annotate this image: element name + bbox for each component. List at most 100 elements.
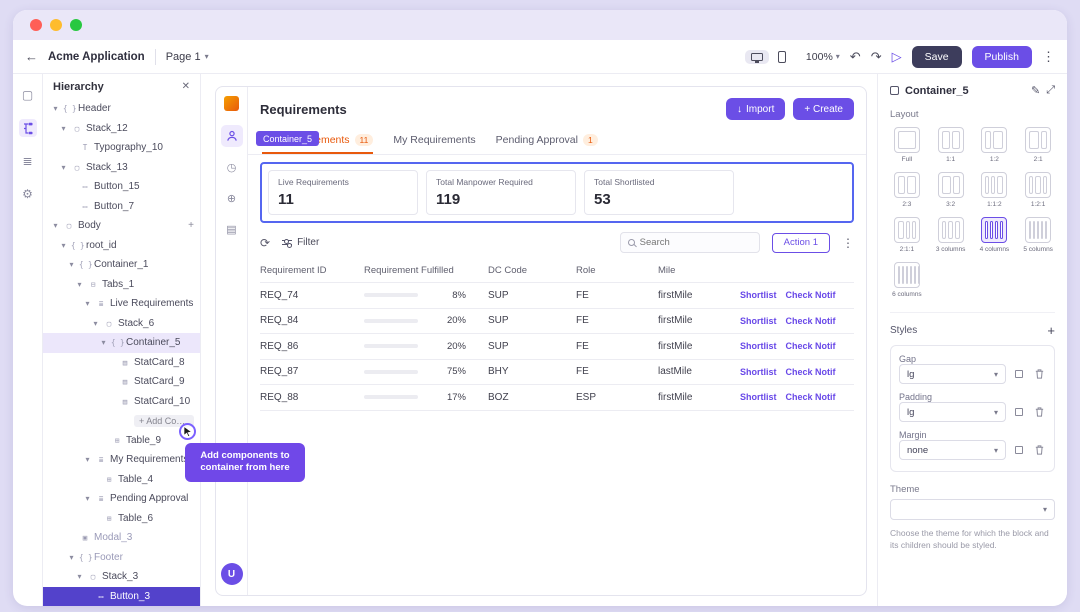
tree-caret-icon[interactable]: ▾ <box>83 299 92 308</box>
layout-option[interactable]: 1:1 <box>934 127 968 163</box>
desktop-view-button[interactable] <box>745 50 769 64</box>
check-notif-link[interactable]: Check Notif <box>786 341 836 351</box>
clock-icon[interactable]: ◷ <box>221 156 243 178</box>
layout-option[interactable]: 3 columns <box>934 217 968 253</box>
layout-option[interactable]: 1:1:2 <box>978 172 1012 208</box>
refresh-icon[interactable]: ⟳ <box>260 236 270 250</box>
tree-caret-icon[interactable]: ▾ <box>67 553 76 562</box>
sides-toggle-icon[interactable] <box>1012 405 1026 419</box>
table-row[interactable]: REQ_8817%BOZESPfirstMileShortlistCheck N… <box>260 385 854 411</box>
table-row[interactable]: REQ_8775%BHYFElastMileShortlistCheck Not… <box>260 360 854 386</box>
delete-style-icon[interactable] <box>1032 443 1046 457</box>
tree-item[interactable]: ▾{ }Header <box>43 99 200 119</box>
kebab-menu-icon[interactable]: ⋮ <box>1042 50 1055 63</box>
tree-item[interactable]: ▾⊟Tabs_1 <box>43 275 200 295</box>
layout-option[interactable]: 4 columns <box>978 217 1012 253</box>
table-kebab-icon[interactable]: ⋮ <box>842 236 854 250</box>
padding-select[interactable]: lg ▾ <box>899 402 1006 422</box>
tree-caret-icon[interactable]: ▾ <box>83 455 92 464</box>
tab-pending-approval[interactable]: Pending Approval 1 <box>496 128 598 154</box>
tree-item[interactable]: ▾≣Live Requirements <box>43 294 200 314</box>
tree-caret-icon[interactable]: ▾ <box>51 104 60 113</box>
layout-option[interactable]: 1:2 <box>978 127 1012 163</box>
tree-item[interactable]: ▣Modal_3 <box>43 528 200 548</box>
hierarchy-icon[interactable] <box>19 119 37 137</box>
tree-item[interactable]: ▾▢Body+ <box>43 216 200 236</box>
sides-toggle-icon[interactable] <box>1012 443 1026 457</box>
tree-caret-icon[interactable]: ▾ <box>51 221 60 230</box>
redo-icon[interactable]: ↷ <box>871 50 882 63</box>
tree-caret-icon[interactable]: ▾ <box>75 280 84 289</box>
pages-icon[interactable]: ▢ <box>19 86 37 104</box>
edit-pencil-icon[interactable]: ✎ <box>1031 84 1040 97</box>
user-avatar[interactable]: U <box>221 563 243 585</box>
layout-option[interactable]: 6 columns <box>890 262 924 298</box>
tree-caret-icon[interactable]: ▾ <box>67 260 76 269</box>
data-icon[interactable]: ≣ <box>19 152 37 170</box>
tree-item[interactable]: ▤StatCard_8 <box>43 353 200 373</box>
shortlist-link[interactable]: Shortlist <box>740 367 777 377</box>
tree-item[interactable]: ▾▢Stack_6 <box>43 314 200 334</box>
check-notif-link[interactable]: Check Notif <box>786 367 836 377</box>
publish-button[interactable]: Publish <box>972 46 1032 68</box>
tree-caret-icon[interactable]: ▾ <box>59 124 68 133</box>
tab-my-requirements[interactable]: My Requirements <box>393 128 475 154</box>
undo-icon[interactable]: ↶ <box>850 50 861 63</box>
card-icon[interactable]: ▤ <box>221 218 243 240</box>
shortlist-link[interactable]: Shortlist <box>740 341 777 351</box>
add-style-icon[interactable]: + <box>1047 323 1055 338</box>
add-child-icon[interactable]: + <box>188 220 194 231</box>
tree-item[interactable]: ▾{ }root_id <box>43 236 200 256</box>
tree-item[interactable]: + Add Component <box>43 411 200 431</box>
layout-option[interactable]: Full <box>890 127 924 163</box>
tree-item[interactable]: ▭Button_15 <box>43 177 200 197</box>
close-icon[interactable]: ✕ <box>182 81 190 92</box>
theme-select[interactable]: ▾ <box>890 499 1055 520</box>
tree-item[interactable]: TTypography_10 <box>43 138 200 158</box>
tree-item[interactable]: ▤StatCard_10 <box>43 392 200 412</box>
gap-select[interactable]: lg ▾ <box>899 364 1006 384</box>
tree-item[interactable]: ▤StatCard_9 <box>43 372 200 392</box>
selected-stat-container[interactable]: Live Requirements 11 Total Manpower Requ… <box>260 162 854 223</box>
table-row[interactable]: REQ_8420%SUPFEfirstMileShortlistCheck No… <box>260 309 854 335</box>
page-selector[interactable]: Page 1 ▾ <box>166 51 209 63</box>
action-button[interactable]: Action 1 <box>772 233 830 253</box>
layout-option[interactable]: 2:3 <box>890 172 924 208</box>
delete-style-icon[interactable] <box>1032 367 1046 381</box>
tree-item[interactable]: ▭Button_7 <box>43 197 200 217</box>
close-window-button[interactable] <box>30 19 42 31</box>
check-notif-link[interactable]: Check Notif <box>786 392 836 402</box>
tree-caret-icon[interactable]: ▾ <box>83 494 92 503</box>
tree-item[interactable]: ▾{ }Container_5 <box>43 333 200 353</box>
tree-item[interactable]: ⊞Table_4 <box>43 470 200 490</box>
tree-item[interactable]: ▾{ }Container_1 <box>43 255 200 275</box>
table-row[interactable]: REQ_8620%SUPFEfirstMileShortlistCheck No… <box>260 334 854 360</box>
tree-item[interactable]: ▾{ }Footer <box>43 548 200 568</box>
layout-option[interactable]: 2:1 <box>1021 127 1055 163</box>
save-button[interactable]: Save <box>912 46 962 68</box>
tree-item[interactable]: ▾▢Stack_13 <box>43 158 200 178</box>
collapse-panel-icon[interactable]: ⤢ <box>1046 84 1055 97</box>
globe-icon[interactable]: ⊕ <box>221 187 243 209</box>
tree-item[interactable]: ▭Button_3 <box>43 587 200 607</box>
shortlist-link[interactable]: Shortlist <box>740 316 777 326</box>
mobile-view-button[interactable] <box>772 48 792 66</box>
layout-option[interactable]: 3:2 <box>934 172 968 208</box>
shortlist-link[interactable]: Shortlist <box>740 290 777 300</box>
layout-option[interactable]: 1:2:1 <box>1021 172 1055 208</box>
delete-style-icon[interactable] <box>1032 405 1046 419</box>
tree-item[interactable]: ⊞Table_9 <box>43 431 200 451</box>
tree-item[interactable]: ▾▢Stack_12 <box>43 119 200 139</box>
layout-option[interactable]: 5 columns <box>1021 217 1055 253</box>
table-row[interactable]: REQ_748%SUPFEfirstMileShortlistCheck Not… <box>260 283 854 309</box>
tree-item[interactable]: ▾▢Stack_3 <box>43 567 200 587</box>
zoom-selector[interactable]: 100% ▾ <box>806 51 840 63</box>
margin-select[interactable]: none ▾ <box>899 440 1006 460</box>
shortlist-link[interactable]: Shortlist <box>740 392 777 402</box>
tree-caret-icon[interactable]: ▾ <box>59 241 68 250</box>
layout-option[interactable]: 2:1:1 <box>890 217 924 253</box>
sides-toggle-icon[interactable] <box>1012 367 1026 381</box>
tree-caret-icon[interactable]: ▾ <box>75 572 84 581</box>
back-icon[interactable]: ← <box>25 50 38 63</box>
import-button[interactable]: ↓ Import <box>726 98 785 120</box>
